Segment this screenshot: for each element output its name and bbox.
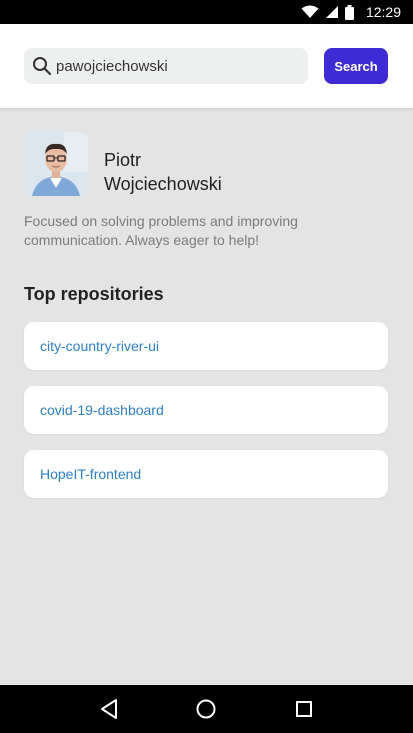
repo-card[interactable]: city-country-river-ui [24,322,388,370]
status-bar: 12:29 [0,0,413,24]
battery-icon [344,4,354,20]
status-time: 12:29 [365,4,401,20]
repo-link[interactable]: covid-19-dashboard [40,402,164,418]
wifi-icon [301,5,319,19]
profile-last-name: Wojciechowski [104,174,222,194]
repo-link[interactable]: HopeIT-frontend [40,466,141,482]
search-icon [32,56,52,76]
repo-card[interactable]: covid-19-dashboard [24,386,388,434]
profile-first-name: Piotr [104,150,142,170]
repo-list: city-country-river-ui covid-19-dashboard… [24,322,388,514]
search-button[interactable]: Search [324,48,388,84]
search-field[interactable] [24,48,308,84]
search-input[interactable] [56,51,296,81]
repo-link[interactable]: city-country-river-ui [40,338,159,354]
signal-icon [325,5,339,19]
profile-section: Piotr Wojciechowski [24,132,388,196]
navigation-bar [0,685,413,733]
avatar [24,132,88,196]
profile-bio: Focused on solving problems and improvin… [24,213,298,248]
section-title: Top repositories [24,284,164,304]
home-icon[interactable] [194,697,218,721]
recents-icon[interactable] [292,697,316,721]
repo-card[interactable]: HopeIT-frontend [24,450,388,498]
back-icon[interactable] [97,697,121,721]
profile-name: Piotr Wojciechowski [104,148,222,196]
search-header: Search [0,24,413,108]
